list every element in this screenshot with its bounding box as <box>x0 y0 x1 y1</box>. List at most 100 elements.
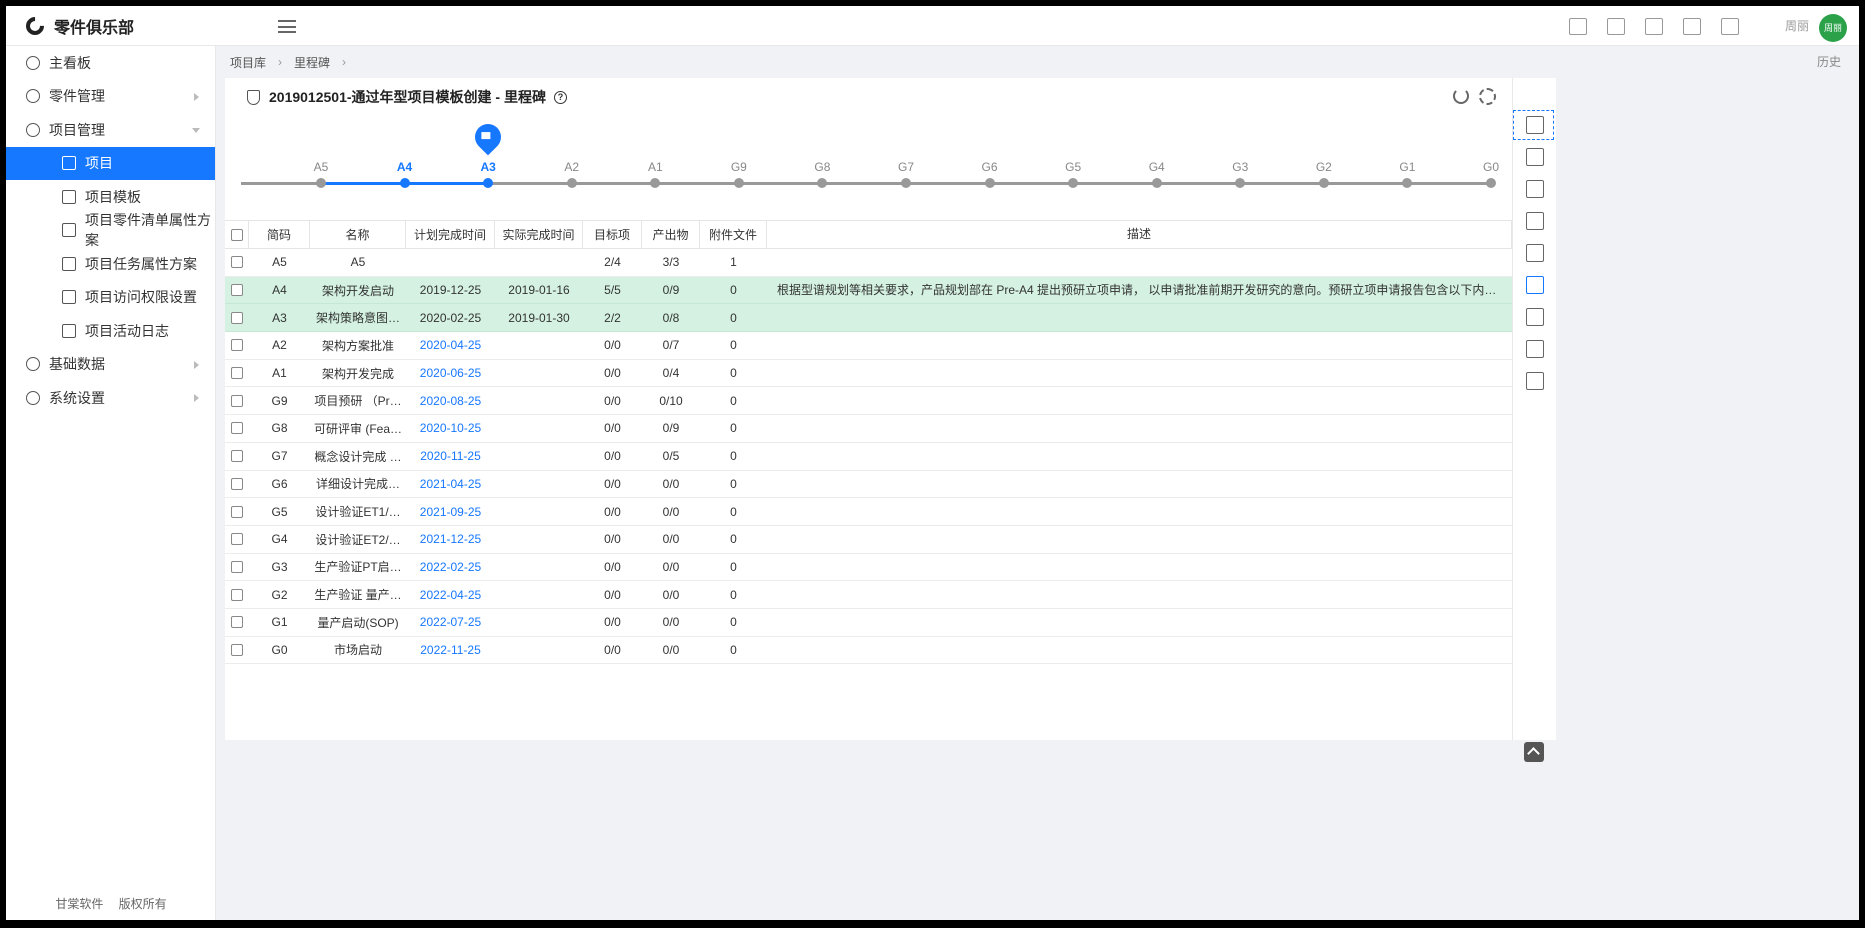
row-checkbox[interactable] <box>231 367 243 380</box>
cell-actual[interactable] <box>495 387 583 414</box>
cell-plan[interactable]: 2022-04-25 <box>406 581 495 608</box>
sidebar-item[interactable]: 系统设置 <box>6 381 215 415</box>
cell-actual[interactable] <box>495 498 583 525</box>
milestone-dot[interactable] <box>1486 178 1496 188</box>
column-header-description[interactable]: 描述 <box>767 221 1512 248</box>
select-all-checkbox[interactable] <box>230 228 243 241</box>
table-row[interactable]: G4 设计验证ET2/… 2021-12-25 0/0 0/0 0 <box>225 526 1512 554</box>
cell-plan[interactable]: 2022-11-25 <box>406 637 495 664</box>
milestone-dot[interactable] <box>399 178 410 188</box>
table-row[interactable]: G1 量产启动(SOP) 2022-07-25 0/0 0/0 0 <box>225 609 1512 637</box>
column-header-plan-date[interactable]: 计划完成时间 <box>406 221 495 248</box>
contact-icon[interactable] <box>1645 18 1663 35</box>
row-checkbox[interactable] <box>231 505 243 518</box>
cell-actual[interactable]: 2019-01-30 <box>495 304 583 331</box>
cell-name[interactable]: 生产验证PT启… <box>310 554 406 581</box>
milestone-label[interactable]: G5 <box>1053 160 1093 174</box>
breadcrumb-item-project-library[interactable]: 项目库 <box>230 54 266 71</box>
cell-name[interactable]: 市场启动 <box>310 637 406 664</box>
milestone-dot[interactable] <box>1068 178 1079 188</box>
table-row[interactable]: G8 可研评审 (Fea… 2020-10-25 0/0 0/9 0 <box>225 415 1512 443</box>
cell-plan[interactable]: 2019-12-25 <box>406 277 495 304</box>
milestone-dot[interactable] <box>1402 178 1413 188</box>
members-icon[interactable] <box>1526 244 1544 262</box>
cell-actual[interactable] <box>495 360 583 387</box>
table-row[interactable]: G5 设计验证ET1/… 2021-09-25 0/0 0/0 0 <box>225 498 1512 526</box>
cell-plan[interactable]: 2020-06-25 <box>406 360 495 387</box>
cell-name[interactable]: 架构策略意图… <box>310 304 406 331</box>
cell-actual[interactable] <box>495 443 583 470</box>
table-row[interactable]: G0 市场启动 2022-11-25 0/0 0/0 0 <box>225 637 1512 665</box>
calendar-icon[interactable] <box>1526 372 1544 390</box>
milestone-label[interactable]: G2 <box>1304 160 1344 174</box>
milestone-label[interactable]: G3 <box>1220 160 1260 174</box>
cell-name[interactable]: 架构方案批准 <box>310 332 406 359</box>
sidebar-item[interactable]: 项目任务属性方案 <box>6 247 215 281</box>
cell-plan[interactable] <box>406 249 495 276</box>
milestone-label[interactable]: G0 <box>1471 160 1511 174</box>
cell-plan[interactable]: 2020-02-25 <box>406 304 495 331</box>
milestone-dot[interactable] <box>901 178 911 188</box>
cell-name[interactable]: 设计验证ET1/… <box>310 498 406 525</box>
milestone-label[interactable]: G7 <box>886 160 926 174</box>
cell-plan[interactable]: 2021-04-25 <box>406 471 495 498</box>
settings-list-icon[interactable] <box>1526 148 1544 166</box>
row-checkbox[interactable] <box>231 284 243 297</box>
row-checkbox[interactable] <box>231 311 243 324</box>
milestone-label[interactable]: G4 <box>1137 160 1177 174</box>
cell-actual[interactable]: 2019-01-16 <box>495 277 583 304</box>
table-row[interactable]: G2 生产验证 量产… 2022-04-25 0/0 0/0 0 <box>225 581 1512 609</box>
cell-plan[interactable]: 2020-11-25 <box>406 443 495 470</box>
checklist-icon[interactable] <box>1526 180 1544 198</box>
table-row[interactable]: A5 A5 2/4 3/3 1 <box>225 249 1512 277</box>
cell-name[interactable]: 项目预研 （Pr… <box>310 387 406 414</box>
row-checkbox[interactable] <box>231 588 243 601</box>
sidebar-item[interactable]: 项目活动日志 <box>6 314 215 348</box>
milestone-dot[interactable] <box>483 178 494 188</box>
row-checkbox[interactable] <box>231 394 243 407</box>
cell-actual[interactable] <box>495 249 583 276</box>
column-header-actual-date[interactable]: 实际完成时间 <box>495 221 583 248</box>
sidebar-item[interactable]: 项目零件清单属性方案 <box>6 212 215 248</box>
table-row[interactable]: G3 生产验证PT启… 2022-02-25 0/0 0/0 0 <box>225 554 1512 582</box>
refresh-icon[interactable] <box>1453 88 1469 104</box>
milestone-dot[interactable] <box>650 178 661 188</box>
avatar[interactable]: 周丽 <box>1819 14 1847 42</box>
cell-plan[interactable]: 2020-08-25 <box>406 387 495 414</box>
row-checkbox[interactable] <box>231 560 243 573</box>
cell-actual[interactable] <box>495 471 583 498</box>
cell-plan[interactable]: 2022-02-25 <box>406 554 495 581</box>
milestone-label[interactable]: A3 <box>468 160 508 174</box>
milestone-dot[interactable] <box>817 178 828 188</box>
cell-actual[interactable] <box>495 332 583 359</box>
help-icon[interactable]: ? <box>553 90 567 104</box>
cell-plan[interactable]: 2020-10-25 <box>406 415 495 442</box>
calendar-check-icon[interactable] <box>1569 18 1587 35</box>
cell-plan[interactable]: 2021-12-25 <box>406 526 495 553</box>
breadcrumb-item-milestone[interactable]: 里程碑 <box>294 54 330 71</box>
row-checkbox[interactable] <box>231 450 243 463</box>
column-header-targets[interactable]: 目标项 <box>583 221 642 248</box>
table-row[interactable]: A2 架构方案批准 2020-04-25 0/0 0/7 0 <box>225 332 1512 360</box>
sidebar-item[interactable]: 项目模板 <box>6 180 215 214</box>
sidebar-item[interactable]: 项目访问权限设置 <box>6 281 215 315</box>
cell-name[interactable]: 详细设计完成… <box>310 471 406 498</box>
sidebar-item[interactable]: 基础数据 <box>6 348 215 382</box>
cell-actual[interactable] <box>495 637 583 664</box>
row-checkbox[interactable] <box>231 643 243 656</box>
row-checkbox[interactable] <box>231 256 243 269</box>
milestone-label[interactable]: A2 <box>552 160 592 174</box>
milestone-label[interactable]: A5 <box>301 160 341 174</box>
row-checkbox[interactable] <box>231 616 243 629</box>
milestone-dot[interactable] <box>1318 178 1329 188</box>
row-checkbox[interactable] <box>231 339 243 352</box>
menu-toggle-icon[interactable] <box>278 20 296 33</box>
milestone-label[interactable]: A4 <box>385 160 425 174</box>
cell-name[interactable]: 可研评审 (Fea… <box>310 415 406 442</box>
gear-icon[interactable] <box>1479 88 1496 105</box>
cell-actual[interactable] <box>495 554 583 581</box>
cell-actual[interactable] <box>495 609 583 636</box>
cell-name[interactable]: 生产验证 量产… <box>310 581 406 608</box>
milestone-label[interactable]: G9 <box>719 160 759 174</box>
tasks-icon[interactable] <box>1683 18 1701 35</box>
